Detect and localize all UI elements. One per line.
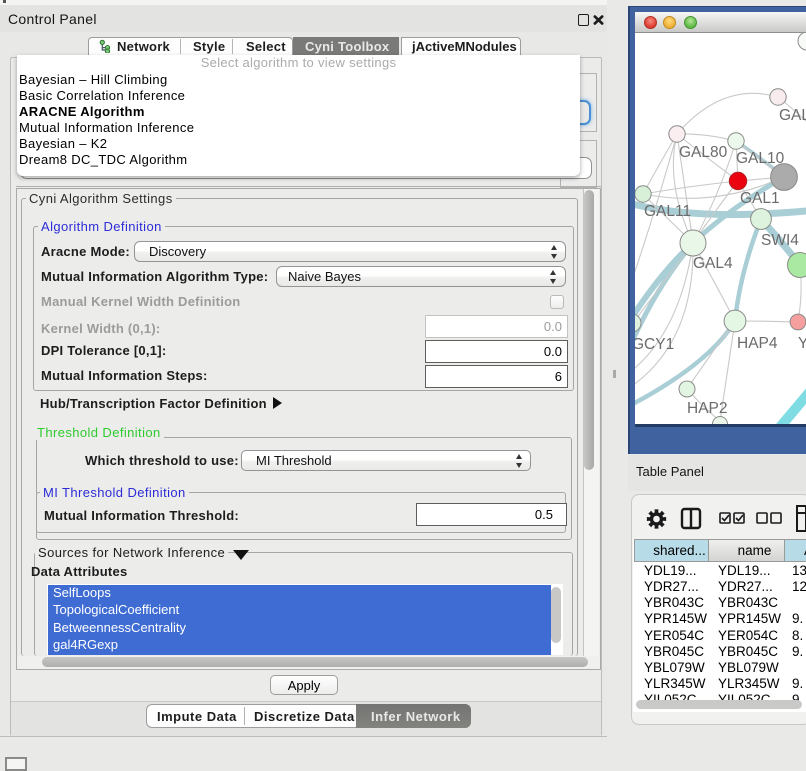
svg-text:SWI4: SWI4 (761, 232, 799, 249)
svg-text:GAL4: GAL4 (693, 255, 733, 272)
svg-text:GAL2: GAL2 (779, 107, 806, 124)
svg-text:GCY1: GCY1 (635, 336, 674, 353)
svg-text:HAP4: HAP4 (737, 335, 778, 352)
svg-text:YD: YD (798, 335, 806, 352)
svg-text:HAP2: HAP2 (687, 400, 728, 417)
svg-text:GAL10: GAL10 (736, 150, 785, 167)
svg-text:GAL80: GAL80 (679, 144, 728, 161)
svg-text:GAL11: GAL11 (644, 203, 691, 220)
svg-text:GAL1: GAL1 (740, 190, 780, 207)
